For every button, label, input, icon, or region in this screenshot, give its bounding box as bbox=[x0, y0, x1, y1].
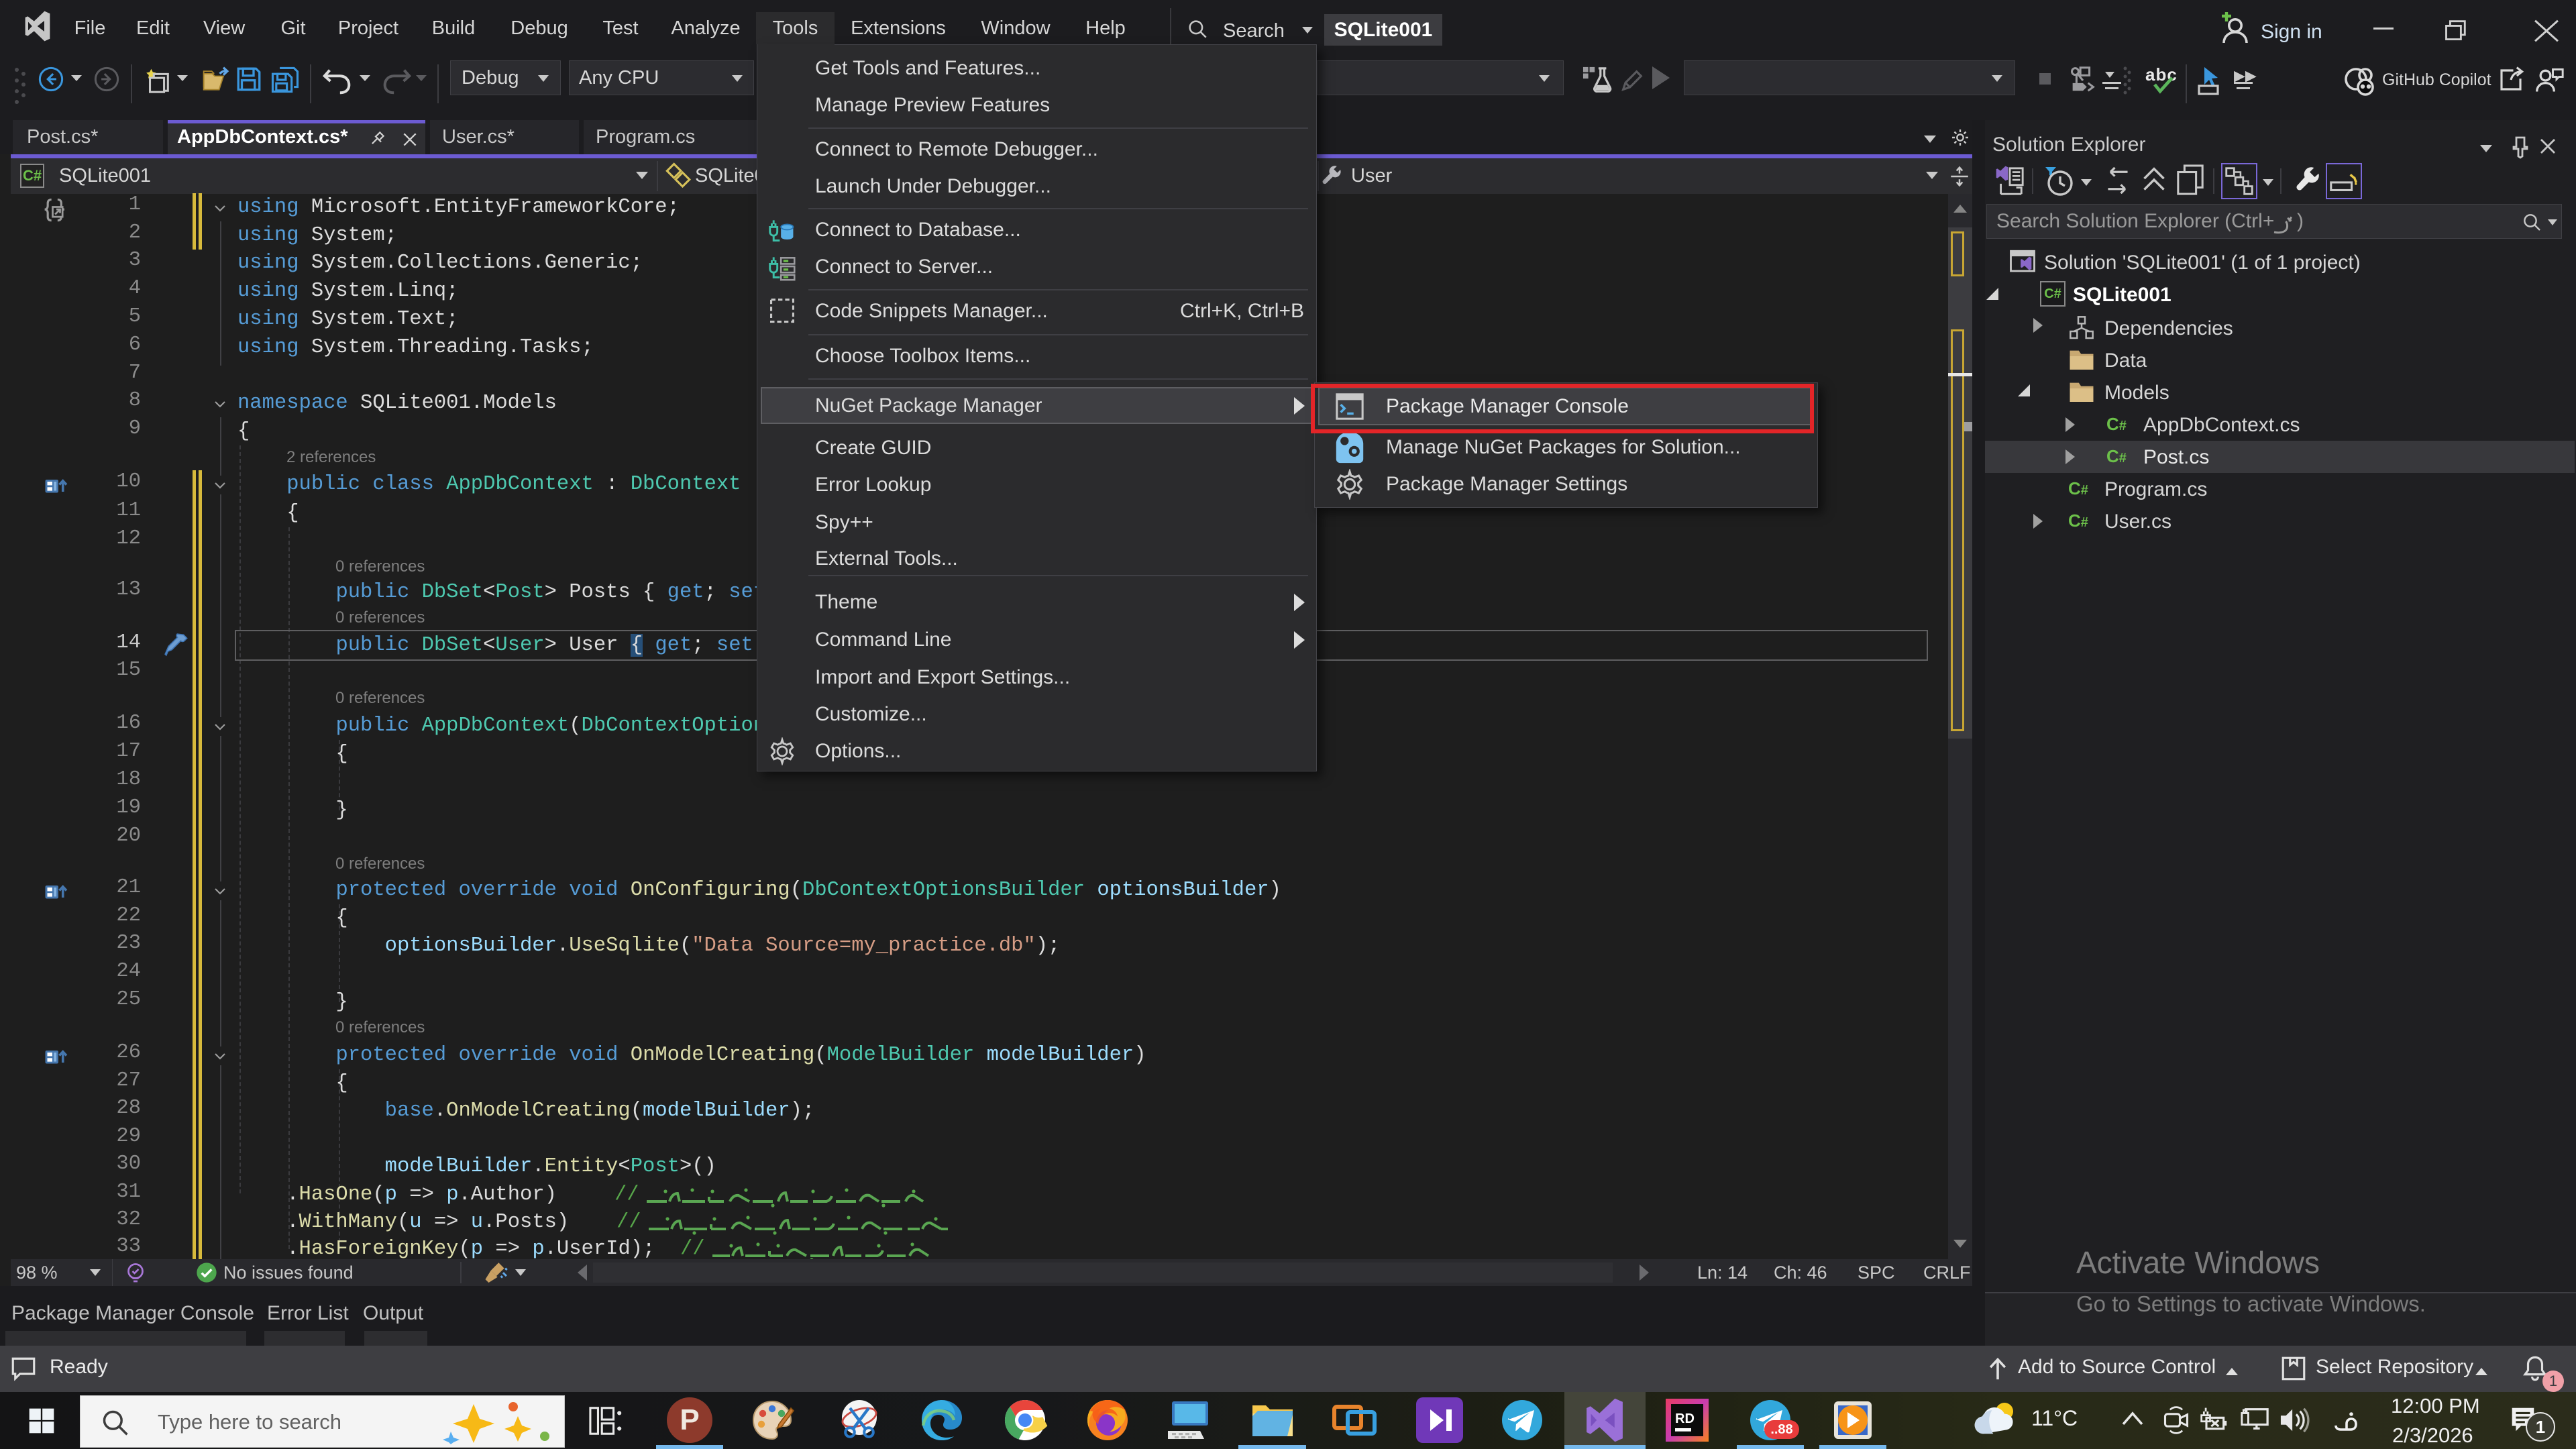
svg-text:RD: RD bbox=[1675, 1411, 1695, 1426]
